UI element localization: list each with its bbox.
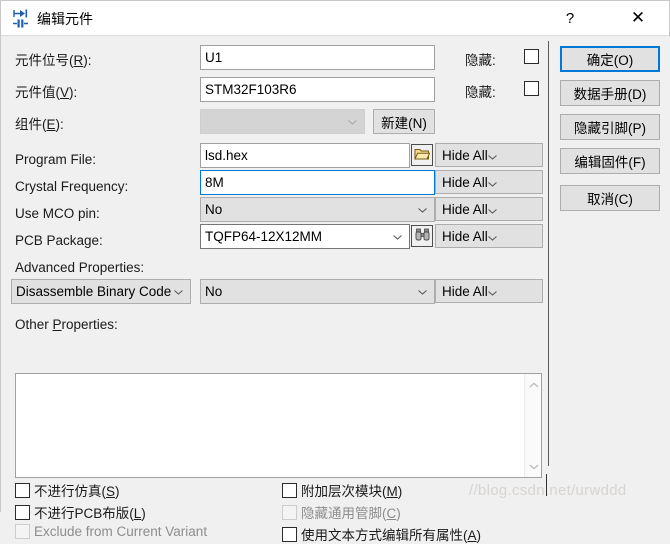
other-properties-scrollbar[interactable]	[524, 374, 541, 477]
binoculars-icon	[415, 228, 430, 244]
panel-divider	[548, 41, 549, 466]
element-label: 组件(E):	[15, 117, 64, 132]
cancel-button[interactable]: 取消(C)	[560, 185, 660, 211]
checkbox-label: 使用文本方式编辑所有属性(A)	[301, 528, 482, 543]
advanced-value-text: No	[205, 284, 223, 299]
advanced-value-combo[interactable]: No	[200, 279, 435, 304]
use-mco-pin-label: Use MCO pin:	[15, 206, 100, 221]
close-icon[interactable]: ✕	[615, 1, 661, 35]
crystal-frequency-value: 8M	[205, 175, 224, 190]
crystal-frequency-hide-combo[interactable]: Hide All	[435, 170, 543, 194]
designator-label: 元件位号(R):	[15, 53, 92, 68]
designator-hidden-checkbox[interactable]	[524, 49, 539, 64]
value-input[interactable]: STM32F103R6	[200, 77, 435, 102]
chevron-down-icon	[487, 175, 497, 190]
designator-hidden-label: 隐藏:	[465, 53, 496, 68]
chevron-down-icon	[418, 289, 427, 295]
checkbox-exclude-from-variant: Exclude from Current Variant	[15, 524, 207, 539]
checkbox-attach-hierarchy-module[interactable]: 附加层次模块(M)	[282, 480, 402, 500]
crystal-frequency-hide-value: Hide All	[442, 174, 488, 190]
crystal-frequency-input[interactable]: 8M	[200, 170, 435, 195]
designator-input[interactable]: U1	[200, 45, 435, 70]
chevron-down-icon	[393, 234, 402, 240]
advanced-key-value: Disassemble Binary Code	[16, 284, 172, 299]
pcb-package-hide-combo[interactable]: Hide All	[435, 224, 543, 248]
edit-component-dialog: 编辑元件 ? ✕ 元件位号(R): U1 隐藏: 元件值(V): STM32F1…	[0, 0, 670, 543]
other-properties-textarea[interactable]	[15, 373, 542, 478]
checkbox-mark	[15, 524, 30, 539]
chevron-down-icon	[174, 289, 183, 295]
find-package-button[interactable]	[411, 225, 433, 247]
element-combo	[200, 109, 365, 134]
checkbox-no-pcb-layout[interactable]: 不进行PCB布版(L)	[15, 502, 146, 522]
datasheet-button[interactable]: 数据手册(D)	[560, 80, 660, 106]
chevron-down-icon	[487, 202, 497, 217]
pcb-package-value: TQFP64-12X12MM	[205, 229, 323, 244]
value-text: STM32F103R6	[205, 82, 297, 97]
checkbox-mark	[282, 504, 297, 520]
other-properties-label: Other Properties:	[15, 317, 118, 332]
component-editor-icon	[11, 8, 31, 28]
ok-button[interactable]: 确定(O)	[560, 46, 660, 72]
window-title: 编辑元件	[37, 11, 93, 27]
crystal-frequency-label: Crystal Frequency:	[15, 179, 129, 194]
use-mco-pin-hide-value: Hide All	[442, 201, 488, 217]
value-label: 元件值(V):	[15, 85, 78, 100]
checkbox-label: 隐藏通用管脚(C)	[301, 506, 401, 521]
scroll-down-icon[interactable]	[525, 458, 542, 475]
chevron-down-icon	[487, 148, 497, 163]
chevron-down-icon	[348, 119, 357, 125]
designator-value: U1	[205, 50, 223, 65]
new-element-button[interactable]: 新建(N)	[373, 109, 435, 134]
folder-icon	[414, 147, 431, 164]
pcb-package-hide-value: Hide All	[442, 228, 488, 244]
scroll-up-icon[interactable]	[525, 376, 542, 393]
value-hidden-checkbox[interactable]	[524, 81, 539, 96]
checkbox-no-simulate[interactable]: 不进行仿真(S)	[15, 480, 120, 500]
checkbox-label: 附加层次模块(M)	[301, 484, 403, 499]
program-file-value: lsd.hex	[205, 148, 248, 163]
advanced-hide-value: Hide All	[442, 283, 488, 299]
browse-file-button[interactable]	[411, 144, 433, 166]
hide-pins-button[interactable]: 隐藏引脚(P)	[560, 114, 660, 140]
chevron-down-icon	[418, 207, 427, 213]
advanced-properties-label: Advanced Properties:	[15, 260, 145, 275]
use-mco-pin-value: No	[205, 202, 223, 217]
text-caret	[546, 474, 547, 496]
checkbox-edit-all-as-text[interactable]: 使用文本方式编辑所有属性(A)	[282, 524, 481, 544]
advanced-key-combo[interactable]: Disassemble Binary Code	[11, 279, 191, 304]
checkbox-mark[interactable]	[282, 482, 297, 498]
value-hidden-label: 隐藏:	[465, 85, 496, 100]
use-mco-pin-combo[interactable]: No	[200, 197, 435, 222]
checkbox-label: 不进行PCB布版(L)	[34, 506, 146, 521]
checkbox-label: 不进行仿真(S)	[34, 484, 120, 499]
pcb-package-label: PCB Package:	[15, 233, 103, 248]
chevron-down-icon	[487, 229, 497, 244]
chevron-down-icon	[487, 284, 497, 299]
use-mco-pin-hide-combo[interactable]: Hide All	[435, 197, 543, 221]
pcb-package-combo[interactable]: TQFP64-12X12MM	[200, 224, 410, 249]
advanced-hide-combo[interactable]: Hide All	[435, 279, 543, 303]
program-file-input[interactable]: lsd.hex	[200, 143, 410, 168]
program-file-label: Program File:	[15, 152, 97, 167]
checkbox-label: Exclude from Current Variant	[34, 524, 208, 539]
help-button[interactable]: ?	[547, 1, 593, 35]
checkbox-mark[interactable]	[15, 482, 30, 498]
dialog-body: 元件位号(R): U1 隐藏: 元件值(V): STM32F103R6 隐藏: …	[1, 36, 670, 543]
title-bar: 编辑元件 ? ✕	[1, 1, 669, 35]
program-file-hide-value: Hide All	[442, 147, 488, 163]
edit-firmware-button[interactable]: 编辑固件(F)	[560, 148, 660, 174]
checkbox-hide-common-pins: 隐藏通用管脚(C)	[282, 502, 401, 522]
program-file-hide-combo[interactable]: Hide All	[435, 143, 543, 167]
checkbox-mark[interactable]	[282, 526, 297, 542]
checkbox-mark[interactable]	[15, 504, 30, 520]
